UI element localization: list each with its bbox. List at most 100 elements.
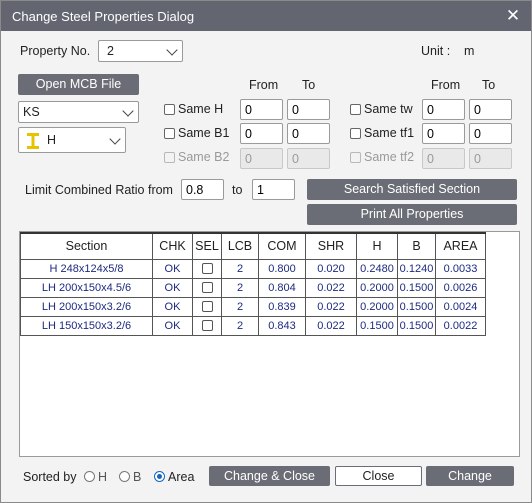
close-icon[interactable]: ✕ bbox=[503, 6, 523, 26]
chevron-down-icon bbox=[109, 133, 121, 145]
cell-area: 0.0026 bbox=[435, 277, 486, 298]
column-header[interactable]: B bbox=[397, 232, 436, 260]
cell-section: LH 200x150x4.5/6 bbox=[20, 277, 153, 298]
change-steel-properties-dialog: Change Steel Properties Dialog ✕ Propert… bbox=[0, 0, 532, 503]
cell-b: 0.1500 bbox=[397, 315, 436, 336]
close-button[interactable]: Close bbox=[335, 466, 422, 486]
same-b2-to-input bbox=[287, 148, 330, 169]
cell-shr: 0.022 bbox=[305, 277, 357, 298]
column-header[interactable]: Section bbox=[20, 232, 153, 260]
same-h-label: Same H bbox=[178, 102, 224, 116]
same-tf1-checkbox[interactable] bbox=[350, 128, 361, 139]
cell-lcb: 2 bbox=[221, 315, 259, 336]
select-checkbox[interactable] bbox=[201, 320, 213, 332]
cell-h: 0.2480 bbox=[356, 258, 398, 279]
same-tw-label: Same tw bbox=[364, 102, 413, 116]
cell-area: 0.0024 bbox=[435, 296, 486, 317]
cell-chk: OK bbox=[152, 258, 193, 279]
same-tw-to-input[interactable] bbox=[469, 99, 512, 120]
to-label: To bbox=[482, 78, 496, 92]
to-label: To bbox=[302, 78, 316, 92]
cell-area: 0.0022 bbox=[435, 315, 486, 336]
standard-select[interactable]: KS bbox=[18, 101, 139, 123]
shape-select[interactable]: H bbox=[18, 127, 126, 153]
column-header[interactable]: LCB bbox=[221, 232, 259, 260]
cell-chk: OK bbox=[152, 277, 193, 298]
cell-chk: OK bbox=[152, 315, 193, 336]
property-no-value: 2 bbox=[107, 44, 114, 58]
sort-area-radio[interactable] bbox=[154, 471, 165, 482]
same-tf1-from-input[interactable] bbox=[422, 123, 465, 144]
column-header[interactable]: SEL bbox=[192, 232, 222, 260]
ratio-to-label: to bbox=[232, 183, 243, 197]
cell-area: 0.0033 bbox=[435, 258, 486, 279]
cell-com: 0.843 bbox=[258, 315, 306, 336]
table-row[interactable]: LH 200x150x4.5/6 OK 2 0.804 0.022 0.2000… bbox=[20, 277, 486, 298]
cell-shr: 0.022 bbox=[305, 315, 357, 336]
same-b1-checkbox[interactable] bbox=[164, 128, 175, 139]
ratio-from-input[interactable] bbox=[181, 179, 224, 200]
open-mcb-file-button[interactable]: Open MCB File bbox=[18, 74, 139, 95]
table-row[interactable]: LH 200x150x3.2/6 OK 2 0.839 0.022 0.2000… bbox=[20, 296, 486, 317]
table-row[interactable]: LH 150x150x3.2/6 OK 2 0.843 0.022 0.1500… bbox=[20, 315, 486, 336]
same-tw-from-input[interactable] bbox=[422, 99, 465, 120]
same-b2-from-input bbox=[240, 148, 283, 169]
cell-b: 0.1500 bbox=[397, 296, 436, 317]
cell-section: H 248x124x5/8 bbox=[20, 258, 153, 279]
cell-lcb: 2 bbox=[221, 258, 259, 279]
cell-h: 0.1500 bbox=[356, 315, 398, 336]
select-checkbox[interactable] bbox=[201, 301, 213, 313]
sort-h-radio[interactable] bbox=[84, 471, 95, 482]
title-bar[interactable]: Change Steel Properties Dialog ✕ bbox=[1, 1, 531, 31]
property-no-label: Property No. bbox=[20, 44, 91, 58]
ratio-to-input[interactable] bbox=[252, 179, 295, 200]
unit-value: m bbox=[464, 44, 475, 58]
sorted-by-label: Sorted by bbox=[23, 470, 77, 484]
cell-b: 0.1240 bbox=[397, 258, 436, 279]
same-tf1-to-input[interactable] bbox=[469, 123, 512, 144]
select-checkbox[interactable] bbox=[201, 282, 213, 294]
from-label: From bbox=[431, 78, 461, 92]
sort-b-label: B bbox=[133, 470, 142, 484]
same-tf2-to-input bbox=[469, 148, 512, 169]
limit-ratio-label: Limit Combined Ratio from bbox=[25, 183, 173, 197]
dialog-title: Change Steel Properties Dialog bbox=[12, 9, 195, 24]
same-h-to-input[interactable] bbox=[287, 99, 330, 120]
column-header[interactable]: COM bbox=[258, 232, 306, 260]
column-header[interactable]: H bbox=[356, 232, 398, 260]
same-b2-label: Same B2 bbox=[178, 150, 230, 164]
same-tf1-label: Same tf1 bbox=[364, 126, 415, 140]
cell-com: 0.800 bbox=[258, 258, 306, 279]
column-header[interactable]: CHK bbox=[152, 232, 193, 260]
cell-sel bbox=[192, 277, 222, 298]
chevron-down-icon bbox=[122, 105, 134, 117]
change-button[interactable]: Change bbox=[426, 466, 514, 486]
cell-section: LH 150x150x3.2/6 bbox=[20, 315, 153, 336]
cell-com: 0.804 bbox=[258, 277, 306, 298]
cell-sel bbox=[192, 258, 222, 279]
chevron-down-icon bbox=[166, 44, 178, 56]
cell-b: 0.1500 bbox=[397, 277, 436, 298]
same-h-from-input[interactable] bbox=[240, 99, 283, 120]
cell-lcb: 2 bbox=[221, 296, 259, 317]
same-b1-from-input[interactable] bbox=[240, 123, 283, 144]
sort-b-radio[interactable] bbox=[119, 471, 130, 482]
same-tf2-checkbox bbox=[350, 152, 361, 163]
cell-section: LH 200x150x3.2/6 bbox=[20, 296, 153, 317]
cell-h: 0.2000 bbox=[356, 296, 398, 317]
print-all-properties-button[interactable]: Print All Properties bbox=[307, 204, 517, 225]
column-header[interactable]: SHR bbox=[305, 232, 357, 260]
same-tf2-from-input bbox=[422, 148, 465, 169]
same-b1-to-input[interactable] bbox=[287, 123, 330, 144]
change-close-button[interactable]: Change & Close bbox=[209, 466, 330, 486]
standard-value: KS bbox=[23, 105, 40, 119]
property-no-select[interactable]: 2 bbox=[98, 40, 183, 62]
select-checkbox[interactable] bbox=[201, 263, 213, 275]
same-h-checkbox[interactable] bbox=[164, 104, 175, 115]
table-row[interactable]: H 248x124x5/8 OK 2 0.800 0.020 0.2480 0.… bbox=[20, 258, 486, 279]
same-tw-checkbox[interactable] bbox=[350, 104, 361, 115]
cell-lcb: 2 bbox=[221, 277, 259, 298]
sort-area-label: Area bbox=[168, 470, 195, 484]
column-header[interactable]: AREA bbox=[435, 232, 486, 260]
search-satisfied-section-button[interactable]: Search Satisfied Section bbox=[307, 179, 517, 200]
